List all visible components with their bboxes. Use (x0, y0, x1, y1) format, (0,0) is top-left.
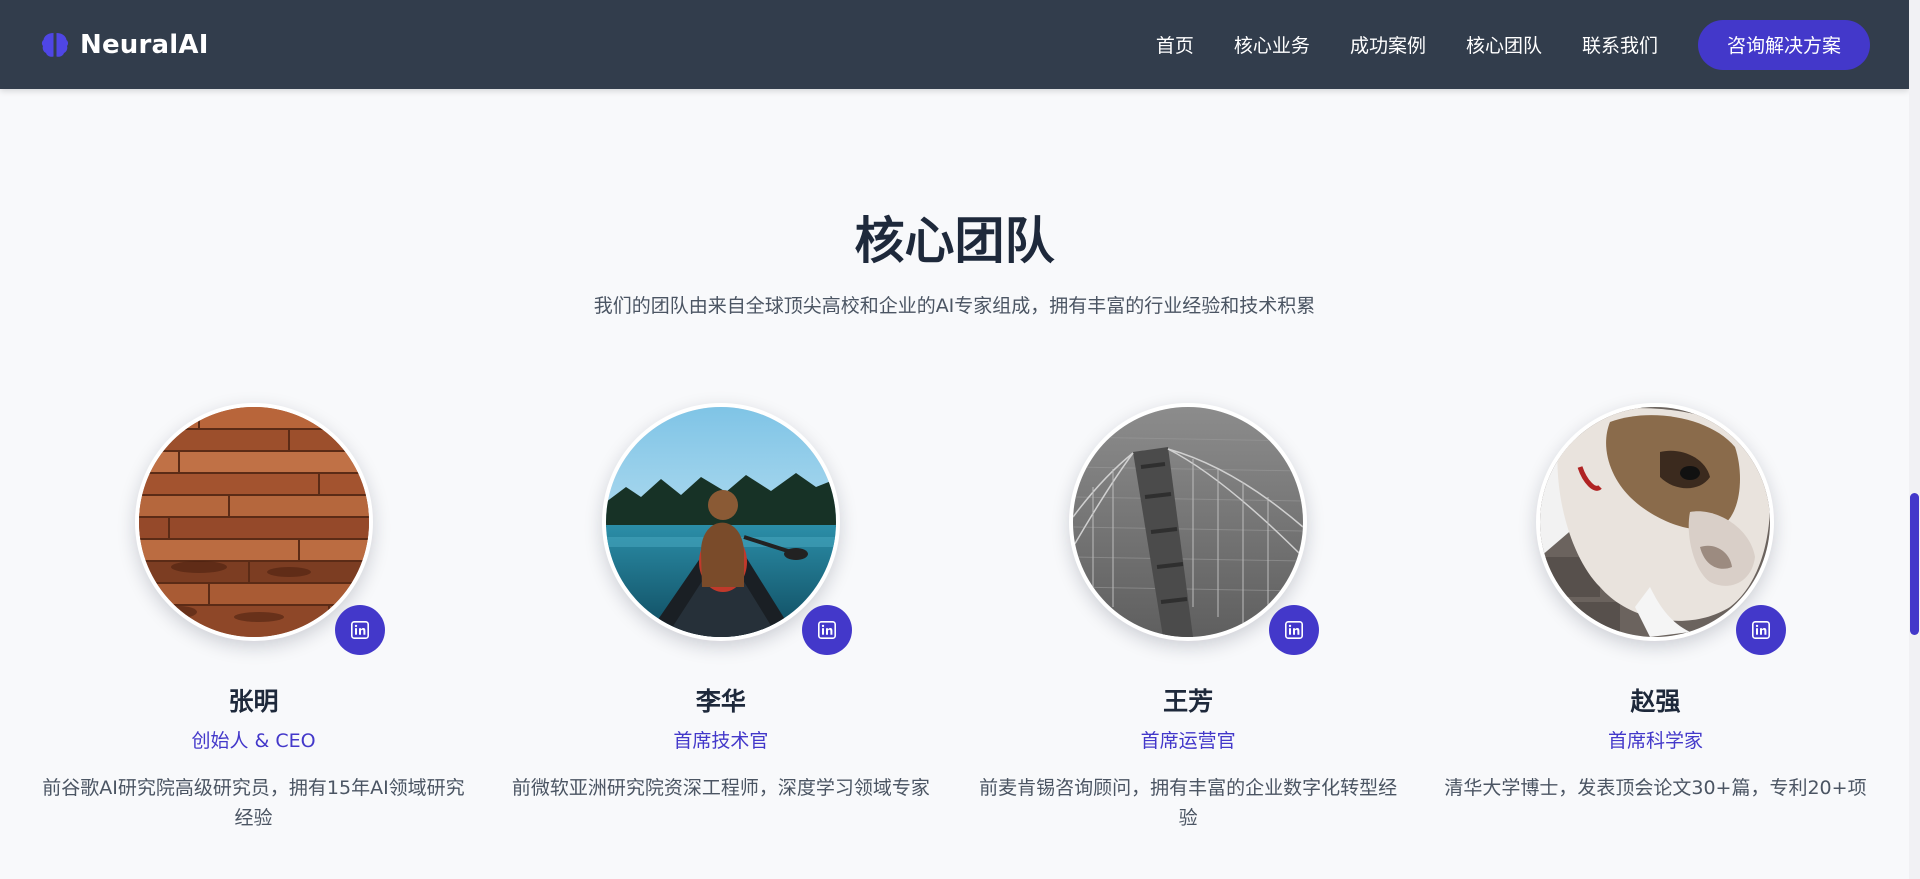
nav-link-home[interactable]: 首页 (1156, 31, 1194, 58)
linkedin-button[interactable] (334, 605, 385, 655)
linkedin-icon (350, 621, 369, 639)
member-name: 赵强 (1630, 687, 1681, 716)
team-member-card: 李华 首席技术官 前微软亚洲研究院资深工程师，深度学习领域专家 (487, 403, 954, 833)
section-title: 核心团队 (854, 212, 1055, 270)
member-role: 首席科学家 (1607, 730, 1703, 752)
nav-link-contact[interactable]: 联系我们 (1582, 31, 1658, 58)
member-role: 创始人 & CEO (191, 730, 316, 752)
member-avatar-wrap (601, 403, 852, 655)
member-role: 首席运营官 (1140, 730, 1236, 752)
nav-link-team[interactable]: 核心团队 (1466, 31, 1542, 58)
member-photo (134, 403, 373, 641)
top-navbar: NeuralAI 首页 核心业务 成功案例 核心团队 联系我们 咨询解决方案 (0, 0, 1909, 89)
linkedin-button[interactable] (1269, 605, 1320, 655)
member-photo (1069, 403, 1308, 641)
member-desc: 前谷歌AI研究院高级研究员，拥有15年AI领域研究经验 (42, 777, 465, 829)
section-subtitle: 我们的团队由来自全球顶尖高校和企业的AI专家组成，拥有丰富的行业经验和技术积累 (593, 295, 1316, 317)
page-scrollbar[interactable] (1909, 0, 1920, 879)
brand-name: NeuralAI (80, 29, 209, 60)
team-member-card: 王芳 首席运营官 前麦肯锡咨询顾问，拥有丰富的企业数字化转型经验 (955, 403, 1422, 833)
member-desc: 清华大学博士，发表顶会论文30+篇，专利20+项 (1444, 777, 1867, 799)
brand-logo[interactable]: NeuralAI (40, 30, 209, 60)
member-name: 王芳 (1163, 687, 1214, 716)
consult-solution-button[interactable]: 咨询解决方案 (1697, 19, 1870, 70)
scrollbar-thumb[interactable] (1910, 493, 1919, 635)
member-role: 首席技术官 (673, 730, 769, 752)
member-photo (601, 403, 840, 641)
member-avatar-wrap (134, 403, 385, 655)
member-photo (1536, 403, 1775, 641)
brain-icon (40, 30, 70, 60)
linkedin-button[interactable] (1736, 605, 1787, 655)
team-member-card: 张明 创始人 & CEO 前谷歌AI研究院高级研究员，拥有15年AI领域研究经验 (20, 403, 487, 833)
linkedin-icon (1285, 621, 1304, 639)
member-name: 张明 (228, 687, 279, 716)
member-name: 李华 (695, 687, 746, 716)
main-nav: 首页 核心业务 成功案例 核心团队 联系我们 咨询解决方案 (1156, 19, 1870, 70)
nav-link-services[interactable]: 核心业务 (1234, 31, 1310, 58)
linkedin-icon (1752, 621, 1771, 639)
nav-link-cases[interactable]: 成功案例 (1350, 31, 1426, 58)
team-grid: 张明 创始人 & CEO 前谷歌AI研究院高级研究员，拥有15年AI领域研究经验 (20, 403, 1889, 833)
linkedin-icon (817, 621, 836, 639)
member-avatar-wrap (1536, 403, 1787, 655)
member-desc: 前麦肯锡咨询顾问，拥有丰富的企业数字化转型经验 (979, 777, 1398, 829)
team-section: 核心团队 我们的团队由来自全球顶尖高校和企业的AI专家组成，拥有丰富的行业经验和… (0, 89, 1909, 879)
linkedin-button[interactable] (801, 605, 852, 655)
member-avatar-wrap (1069, 403, 1320, 655)
team-member-card: 赵强 首席科学家 清华大学博士，发表顶会论文30+篇，专利20+项 (1422, 403, 1889, 833)
member-desc: 前微软亚洲研究院资深工程师，深度学习领域专家 (511, 777, 930, 799)
